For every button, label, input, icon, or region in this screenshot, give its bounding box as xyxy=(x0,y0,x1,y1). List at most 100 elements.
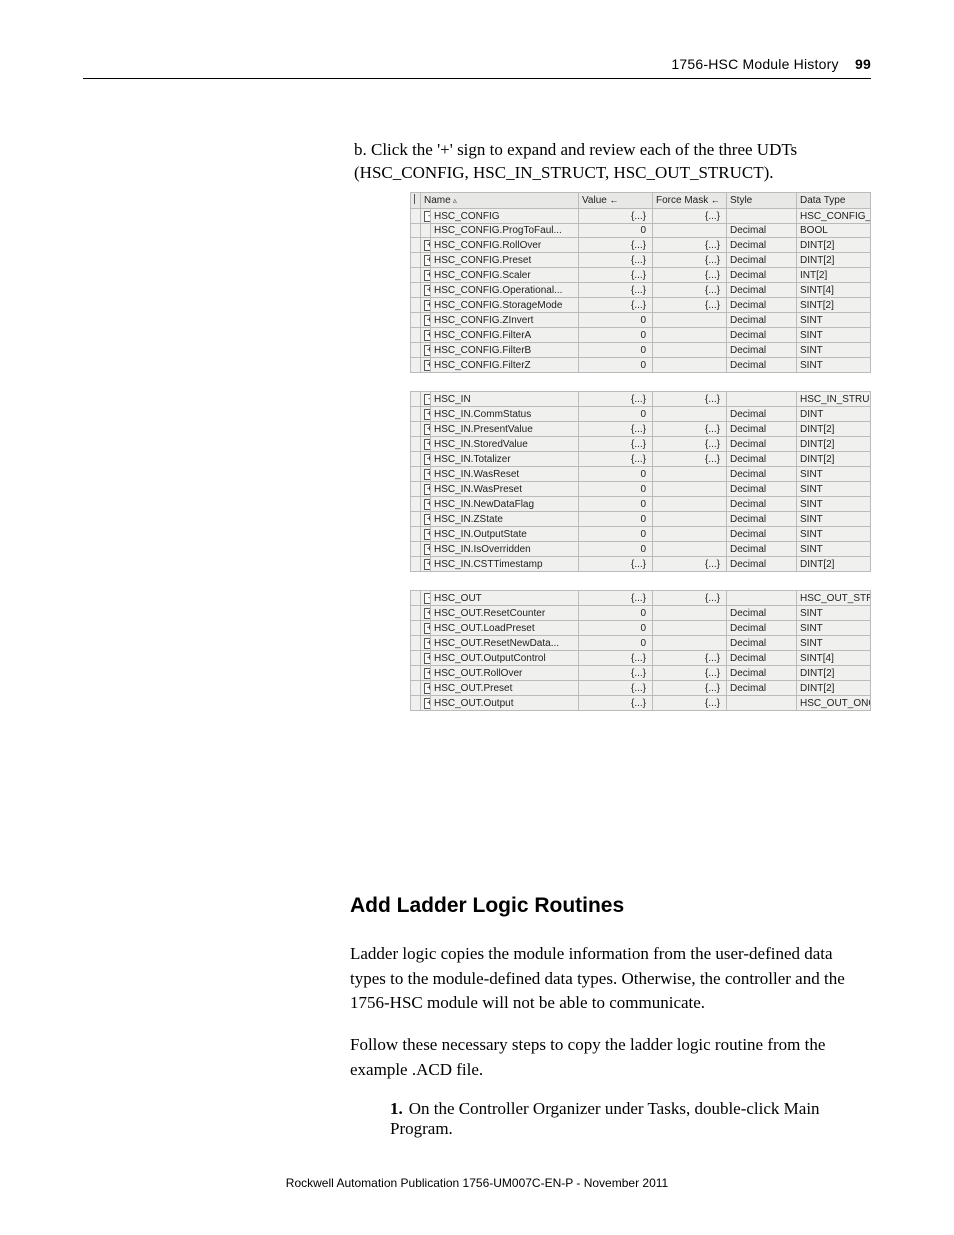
row-toggle-cell[interactable]: + xyxy=(421,467,431,482)
table-row[interactable]: HSC_CONFIG.ProgToFaul...0DecimalBOOL xyxy=(411,224,871,238)
table-row[interactable]: +HSC_OUT.Preset{...}{...}DecimalDINT[2] xyxy=(411,681,871,696)
expand-icon[interactable]: + xyxy=(424,559,431,570)
row-toggle-cell[interactable]: - xyxy=(421,209,431,224)
row-toggle-cell[interactable]: + xyxy=(421,606,431,621)
row-toggle-cell[interactable]: + xyxy=(421,268,431,283)
row-toggle-cell[interactable]: + xyxy=(421,651,431,666)
row-toggle-cell[interactable]: + xyxy=(421,343,431,358)
table-row[interactable]: +HSC_IN.CSTTimestamp{...}{...}DecimalDIN… xyxy=(411,557,871,572)
table-row[interactable]: +HSC_IN.NewDataFlag0DecimalSINT xyxy=(411,497,871,512)
expand-icon[interactable]: + xyxy=(424,270,431,281)
row-toggle-cell[interactable]: + xyxy=(421,681,431,696)
row-toggle-cell[interactable]: + xyxy=(421,666,431,681)
expand-icon[interactable]: + xyxy=(424,544,431,555)
expand-icon[interactable]: + xyxy=(424,608,431,619)
expand-icon[interactable]: + xyxy=(424,300,431,311)
expand-icon[interactable]: + xyxy=(424,409,431,420)
table-row[interactable]: +HSC_IN.ZState0DecimalSINT xyxy=(411,512,871,527)
row-datatype: DINT[2] xyxy=(797,422,871,437)
table-row[interactable]: +HSC_IN.Totalizer{...}{...}DecimalDINT[2… xyxy=(411,452,871,467)
row-toggle-cell[interactable]: + xyxy=(421,313,431,328)
expand-icon[interactable]: + xyxy=(424,529,431,540)
expand-icon[interactable]: + xyxy=(424,454,431,465)
table-row[interactable]: +HSC_OUT.Output{...}{...}HSC_OUT_ONOF... xyxy=(411,696,871,711)
column-value[interactable]: Value xyxy=(579,193,653,209)
row-toggle-cell[interactable]: + xyxy=(421,283,431,298)
row-toggle-cell[interactable]: + xyxy=(421,328,431,343)
row-toggle-cell[interactable]: + xyxy=(421,696,431,711)
table-row[interactable]: +HSC_IN.PresentValue{...}{...}DecimalDIN… xyxy=(411,422,871,437)
row-toggle-cell[interactable]: + xyxy=(421,557,431,572)
row-toggle-cell[interactable] xyxy=(421,224,431,238)
table-row[interactable]: +HSC_CONFIG.Operational...{...}{...}Deci… xyxy=(411,283,871,298)
row-datatype: SINT xyxy=(797,467,871,482)
table-row[interactable]: +HSC_CONFIG.Scaler{...}{...}DecimalINT[2… xyxy=(411,268,871,283)
table-row[interactable]: +HSC_CONFIG.FilterB0DecimalSINT xyxy=(411,343,871,358)
expand-icon[interactable]: + xyxy=(424,469,431,480)
table-row[interactable]: +HSC_CONFIG.FilterZ0DecimalSINT xyxy=(411,358,871,373)
expand-icon[interactable]: + xyxy=(424,255,431,266)
row-toggle-cell[interactable]: + xyxy=(421,542,431,557)
table-row[interactable]: +HSC_CONFIG.RollOver{...}{...}DecimalDIN… xyxy=(411,238,871,253)
expand-icon[interactable]: + xyxy=(424,638,431,649)
expand-icon[interactable]: + xyxy=(424,285,431,296)
expand-icon[interactable]: + xyxy=(424,315,431,326)
table-row[interactable]: +HSC_OUT.LoadPreset0DecimalSINT xyxy=(411,621,871,636)
expand-icon[interactable]: + xyxy=(424,439,431,450)
expand-icon[interactable]: + xyxy=(424,683,431,694)
row-toggle-cell[interactable]: + xyxy=(421,636,431,651)
table-row[interactable]: +HSC_CONFIG.Preset{...}{...}DecimalDINT[… xyxy=(411,253,871,268)
table-row[interactable]: +HSC_OUT.ResetNewData...0DecimalSINT xyxy=(411,636,871,651)
expand-icon[interactable]: + xyxy=(424,514,431,525)
row-toggle-cell[interactable]: + xyxy=(421,437,431,452)
expand-icon[interactable]: + xyxy=(424,345,431,356)
table-row[interactable]: +HSC_IN.OutputState0DecimalSINT xyxy=(411,527,871,542)
row-toggle-cell[interactable]: + xyxy=(421,497,431,512)
row-toggle-cell[interactable]: + xyxy=(421,422,431,437)
collapse-icon[interactable]: - xyxy=(424,394,431,405)
collapse-icon[interactable]: - xyxy=(424,211,431,222)
expand-icon[interactable]: + xyxy=(424,668,431,679)
row-toggle-cell[interactable]: + xyxy=(421,253,431,268)
table-row[interactable]: +HSC_CONFIG.ZInvert0DecimalSINT xyxy=(411,313,871,328)
row-toggle-cell[interactable]: + xyxy=(421,527,431,542)
table-row[interactable]: +HSC_CONFIG.StorageMode{...}{...}Decimal… xyxy=(411,298,871,313)
row-toggle-cell[interactable]: + xyxy=(421,621,431,636)
expand-icon[interactable]: + xyxy=(424,623,431,634)
expand-icon[interactable]: + xyxy=(424,240,431,251)
table-row[interactable]: -HSC_IN{...}{...}HSC_IN_STRUCT xyxy=(411,392,871,407)
table-row[interactable]: +HSC_OUT.ResetCounter0DecimalSINT xyxy=(411,606,871,621)
expand-icon[interactable]: + xyxy=(424,484,431,495)
column-force-mask[interactable]: Force Mask xyxy=(653,193,727,209)
table-row[interactable]: +HSC_CONFIG.FilterA0DecimalSINT xyxy=(411,328,871,343)
row-toggle-cell[interactable]: - xyxy=(421,591,431,606)
table-row[interactable]: -HSC_CONFIG{...}{...}HSC_CONFIG_S... xyxy=(411,209,871,224)
table-row[interactable]: +HSC_OUT.OutputControl{...}{...}DecimalS… xyxy=(411,651,871,666)
expand-icon[interactable]: + xyxy=(424,698,431,709)
table-row[interactable]: -HSC_OUT{...}{...}HSC_OUT_STRU... xyxy=(411,591,871,606)
table-row[interactable]: +HSC_IN.CommStatus0DecimalDINT xyxy=(411,407,871,422)
table-row[interactable]: +HSC_IN.WasReset0DecimalSINT xyxy=(411,467,871,482)
row-toggle-cell[interactable]: + xyxy=(421,512,431,527)
row-toggle-cell[interactable]: + xyxy=(421,298,431,313)
table-row[interactable]: +HSC_IN.IsOverridden0DecimalSINT xyxy=(411,542,871,557)
column-style[interactable]: Style xyxy=(727,193,797,209)
row-toggle-cell[interactable]: + xyxy=(421,482,431,497)
table-row[interactable]: +HSC_OUT.RollOver{...}{...}DecimalDINT[2… xyxy=(411,666,871,681)
column-data-type[interactable]: Data Type xyxy=(797,193,871,209)
table-row[interactable]: +HSC_IN.WasPreset0DecimalSINT xyxy=(411,482,871,497)
expand-icon[interactable]: + xyxy=(424,360,431,371)
row-force: {...} xyxy=(653,651,727,666)
expand-icon[interactable]: + xyxy=(424,424,431,435)
row-toggle-cell[interactable]: + xyxy=(421,407,431,422)
row-toggle-cell[interactable]: + xyxy=(421,452,431,467)
expand-icon[interactable]: + xyxy=(424,330,431,341)
expand-icon[interactable]: + xyxy=(424,499,431,510)
collapse-icon[interactable]: - xyxy=(424,593,431,604)
column-name[interactable]: Name xyxy=(421,193,579,209)
expand-icon[interactable]: + xyxy=(424,653,431,664)
row-toggle-cell[interactable]: + xyxy=(421,358,431,373)
row-toggle-cell[interactable]: + xyxy=(421,238,431,253)
row-toggle-cell[interactable]: - xyxy=(421,392,431,407)
table-row[interactable]: +HSC_IN.StoredValue{...}{...}DecimalDINT… xyxy=(411,437,871,452)
